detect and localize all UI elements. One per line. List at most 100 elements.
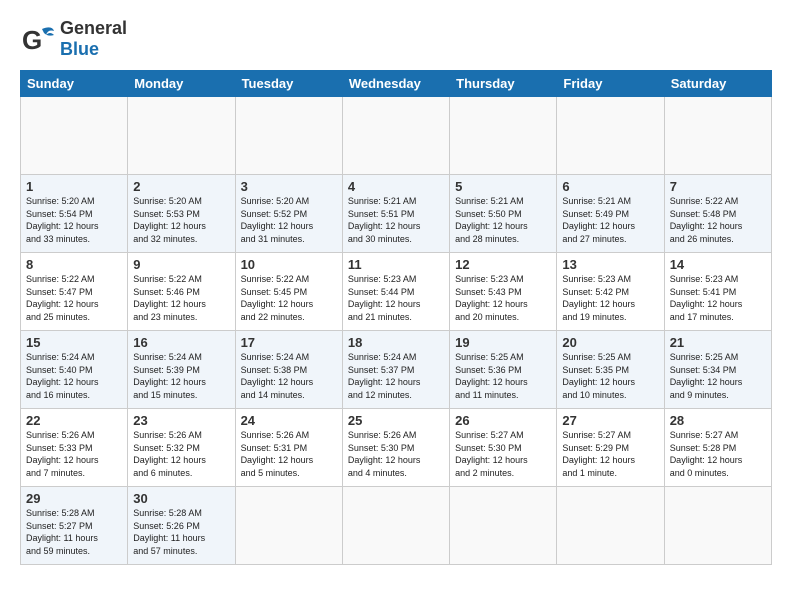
day-info: Sunrise: 5:23 AM Sunset: 5:42 PM Dayligh… (562, 273, 658, 323)
day-number: 4 (348, 179, 444, 194)
calendar-week-1: 1Sunrise: 5:20 AM Sunset: 5:54 PM Daylig… (21, 175, 772, 253)
calendar-cell: 1Sunrise: 5:20 AM Sunset: 5:54 PM Daylig… (21, 175, 128, 253)
day-info: Sunrise: 5:25 AM Sunset: 5:36 PM Dayligh… (455, 351, 551, 401)
day-number: 2 (133, 179, 229, 194)
day-number: 5 (455, 179, 551, 194)
calendar-cell: 4Sunrise: 5:21 AM Sunset: 5:51 PM Daylig… (342, 175, 449, 253)
calendar-cell: 27Sunrise: 5:27 AM Sunset: 5:29 PM Dayli… (557, 409, 664, 487)
day-number: 25 (348, 413, 444, 428)
day-number: 28 (670, 413, 766, 428)
day-info: Sunrise: 5:25 AM Sunset: 5:35 PM Dayligh… (562, 351, 658, 401)
calendar-cell (128, 97, 235, 175)
calendar-header-row: Sunday Monday Tuesday Wednesday Thursday… (21, 71, 772, 97)
calendar-cell: 13Sunrise: 5:23 AM Sunset: 5:42 PM Dayli… (557, 253, 664, 331)
svg-text:G: G (22, 25, 42, 55)
day-number: 13 (562, 257, 658, 272)
day-number: 11 (348, 257, 444, 272)
day-number: 3 (241, 179, 337, 194)
day-info: Sunrise: 5:23 AM Sunset: 5:41 PM Dayligh… (670, 273, 766, 323)
day-info: Sunrise: 5:21 AM Sunset: 5:50 PM Dayligh… (455, 195, 551, 245)
calendar-cell (664, 97, 771, 175)
day-info: Sunrise: 5:22 AM Sunset: 5:46 PM Dayligh… (133, 273, 229, 323)
day-info: Sunrise: 5:27 AM Sunset: 5:28 PM Dayligh… (670, 429, 766, 479)
col-thursday: Thursday (450, 71, 557, 97)
calendar-cell: 5Sunrise: 5:21 AM Sunset: 5:50 PM Daylig… (450, 175, 557, 253)
day-info: Sunrise: 5:26 AM Sunset: 5:31 PM Dayligh… (241, 429, 337, 479)
day-number: 20 (562, 335, 658, 350)
calendar-cell: 28Sunrise: 5:27 AM Sunset: 5:28 PM Dayli… (664, 409, 771, 487)
day-info: Sunrise: 5:24 AM Sunset: 5:38 PM Dayligh… (241, 351, 337, 401)
calendar-cell: 2Sunrise: 5:20 AM Sunset: 5:53 PM Daylig… (128, 175, 235, 253)
calendar-week-4: 22Sunrise: 5:26 AM Sunset: 5:33 PM Dayli… (21, 409, 772, 487)
calendar-cell (450, 487, 557, 565)
calendar-week-0 (21, 97, 772, 175)
day-number: 7 (670, 179, 766, 194)
calendar-cell: 22Sunrise: 5:26 AM Sunset: 5:33 PM Dayli… (21, 409, 128, 487)
calendar-cell: 29Sunrise: 5:28 AM Sunset: 5:27 PM Dayli… (21, 487, 128, 565)
col-wednesday: Wednesday (342, 71, 449, 97)
calendar-cell: 10Sunrise: 5:22 AM Sunset: 5:45 PM Dayli… (235, 253, 342, 331)
day-number: 18 (348, 335, 444, 350)
col-saturday: Saturday (664, 71, 771, 97)
page: G General Blue Sunday Monday Tuesday Wed… (0, 0, 792, 575)
day-info: Sunrise: 5:23 AM Sunset: 5:44 PM Dayligh… (348, 273, 444, 323)
day-number: 14 (670, 257, 766, 272)
day-info: Sunrise: 5:25 AM Sunset: 5:34 PM Dayligh… (670, 351, 766, 401)
day-info: Sunrise: 5:21 AM Sunset: 5:49 PM Dayligh… (562, 195, 658, 245)
calendar-cell: 30Sunrise: 5:28 AM Sunset: 5:26 PM Dayli… (128, 487, 235, 565)
calendar-cell: 12Sunrise: 5:23 AM Sunset: 5:43 PM Dayli… (450, 253, 557, 331)
day-info: Sunrise: 5:20 AM Sunset: 5:54 PM Dayligh… (26, 195, 122, 245)
calendar-cell: 21Sunrise: 5:25 AM Sunset: 5:34 PM Dayli… (664, 331, 771, 409)
calendar-cell: 6Sunrise: 5:21 AM Sunset: 5:49 PM Daylig… (557, 175, 664, 253)
day-number: 16 (133, 335, 229, 350)
calendar-table: Sunday Monday Tuesday Wednesday Thursday… (20, 70, 772, 565)
calendar-cell (21, 97, 128, 175)
col-friday: Friday (557, 71, 664, 97)
day-number: 6 (562, 179, 658, 194)
calendar-cell (235, 97, 342, 175)
calendar-cell (342, 487, 449, 565)
calendar-cell: 8Sunrise: 5:22 AM Sunset: 5:47 PM Daylig… (21, 253, 128, 331)
day-number: 1 (26, 179, 122, 194)
day-info: Sunrise: 5:23 AM Sunset: 5:43 PM Dayligh… (455, 273, 551, 323)
day-info: Sunrise: 5:20 AM Sunset: 5:52 PM Dayligh… (241, 195, 337, 245)
calendar-cell: 7Sunrise: 5:22 AM Sunset: 5:48 PM Daylig… (664, 175, 771, 253)
day-number: 27 (562, 413, 658, 428)
day-info: Sunrise: 5:26 AM Sunset: 5:33 PM Dayligh… (26, 429, 122, 479)
calendar-cell: 15Sunrise: 5:24 AM Sunset: 5:40 PM Dayli… (21, 331, 128, 409)
day-info: Sunrise: 5:22 AM Sunset: 5:47 PM Dayligh… (26, 273, 122, 323)
calendar-cell (557, 487, 664, 565)
col-tuesday: Tuesday (235, 71, 342, 97)
calendar-week-2: 8Sunrise: 5:22 AM Sunset: 5:47 PM Daylig… (21, 253, 772, 331)
day-info: Sunrise: 5:26 AM Sunset: 5:30 PM Dayligh… (348, 429, 444, 479)
day-number: 8 (26, 257, 122, 272)
col-monday: Monday (128, 71, 235, 97)
calendar-cell: 3Sunrise: 5:20 AM Sunset: 5:52 PM Daylig… (235, 175, 342, 253)
logo-blue: Blue (60, 39, 99, 59)
header: G General Blue (20, 18, 772, 60)
day-number: 15 (26, 335, 122, 350)
calendar-cell (342, 97, 449, 175)
day-info: Sunrise: 5:27 AM Sunset: 5:30 PM Dayligh… (455, 429, 551, 479)
calendar-cell: 23Sunrise: 5:26 AM Sunset: 5:32 PM Dayli… (128, 409, 235, 487)
calendar-week-3: 15Sunrise: 5:24 AM Sunset: 5:40 PM Dayli… (21, 331, 772, 409)
day-info: Sunrise: 5:22 AM Sunset: 5:48 PM Dayligh… (670, 195, 766, 245)
calendar-cell: 11Sunrise: 5:23 AM Sunset: 5:44 PM Dayli… (342, 253, 449, 331)
day-number: 29 (26, 491, 122, 506)
col-sunday: Sunday (21, 71, 128, 97)
calendar-cell: 9Sunrise: 5:22 AM Sunset: 5:46 PM Daylig… (128, 253, 235, 331)
day-info: Sunrise: 5:26 AM Sunset: 5:32 PM Dayligh… (133, 429, 229, 479)
day-number: 23 (133, 413, 229, 428)
calendar-cell (450, 97, 557, 175)
calendar-cell: 18Sunrise: 5:24 AM Sunset: 5:37 PM Dayli… (342, 331, 449, 409)
day-number: 26 (455, 413, 551, 428)
calendar-cell: 24Sunrise: 5:26 AM Sunset: 5:31 PM Dayli… (235, 409, 342, 487)
day-info: Sunrise: 5:24 AM Sunset: 5:40 PM Dayligh… (26, 351, 122, 401)
calendar-cell (235, 487, 342, 565)
day-info: Sunrise: 5:27 AM Sunset: 5:29 PM Dayligh… (562, 429, 658, 479)
calendar-cell: 25Sunrise: 5:26 AM Sunset: 5:30 PM Dayli… (342, 409, 449, 487)
day-info: Sunrise: 5:20 AM Sunset: 5:53 PM Dayligh… (133, 195, 229, 245)
day-info: Sunrise: 5:28 AM Sunset: 5:26 PM Dayligh… (133, 507, 229, 557)
calendar-cell: 20Sunrise: 5:25 AM Sunset: 5:35 PM Dayli… (557, 331, 664, 409)
day-number: 21 (670, 335, 766, 350)
